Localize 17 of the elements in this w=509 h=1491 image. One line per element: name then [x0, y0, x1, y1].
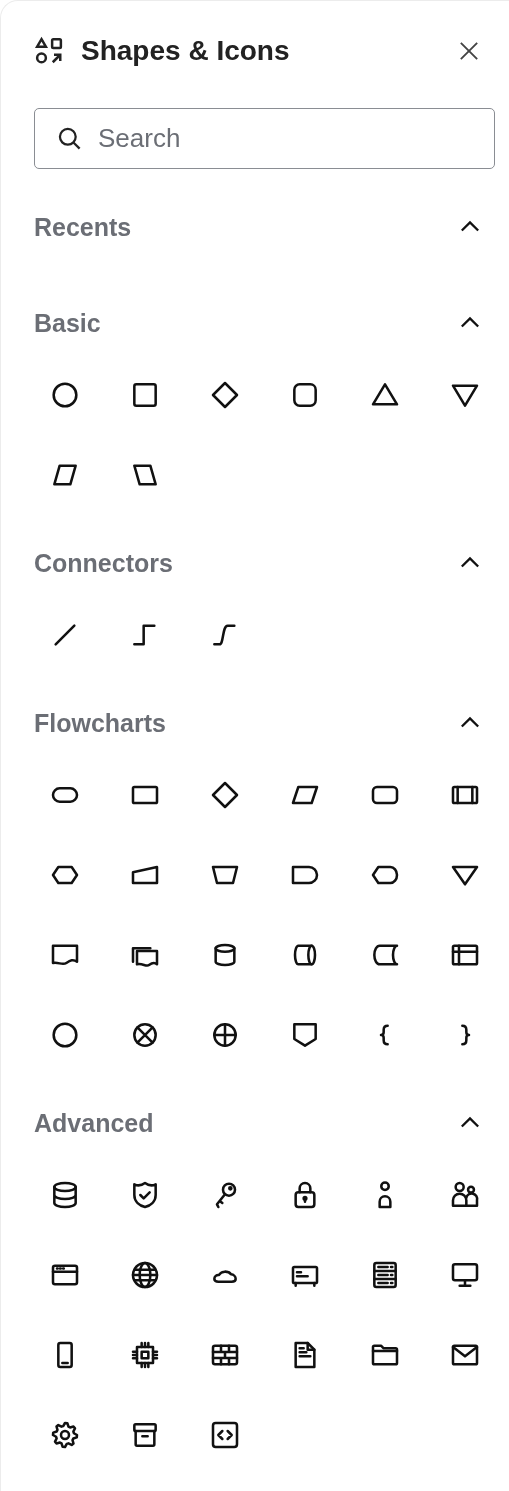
gear-icon[interactable]	[49, 1419, 81, 1451]
section-title: Flowcharts	[34, 708, 167, 738]
search-field[interactable]: Search	[34, 108, 495, 169]
circle-icon[interactable]	[49, 379, 81, 411]
diamond-icon[interactable]	[209, 779, 241, 811]
diamond-icon[interactable]	[209, 379, 241, 411]
section-title: Recents	[34, 212, 133, 242]
code-icon[interactable]	[209, 1419, 241, 1451]
section-title: Advanced	[34, 1108, 155, 1138]
circle-icon[interactable]	[49, 1019, 81, 1051]
chip-icon[interactable]	[129, 1339, 161, 1371]
shapes-icon	[34, 36, 64, 66]
globe-icon[interactable]	[129, 1259, 161, 1291]
section-title: Connectors	[34, 548, 174, 578]
panel-title: Shapes & Icons	[81, 35, 291, 67]
search-icon	[56, 125, 83, 152]
section-title: Basic	[34, 308, 102, 338]
